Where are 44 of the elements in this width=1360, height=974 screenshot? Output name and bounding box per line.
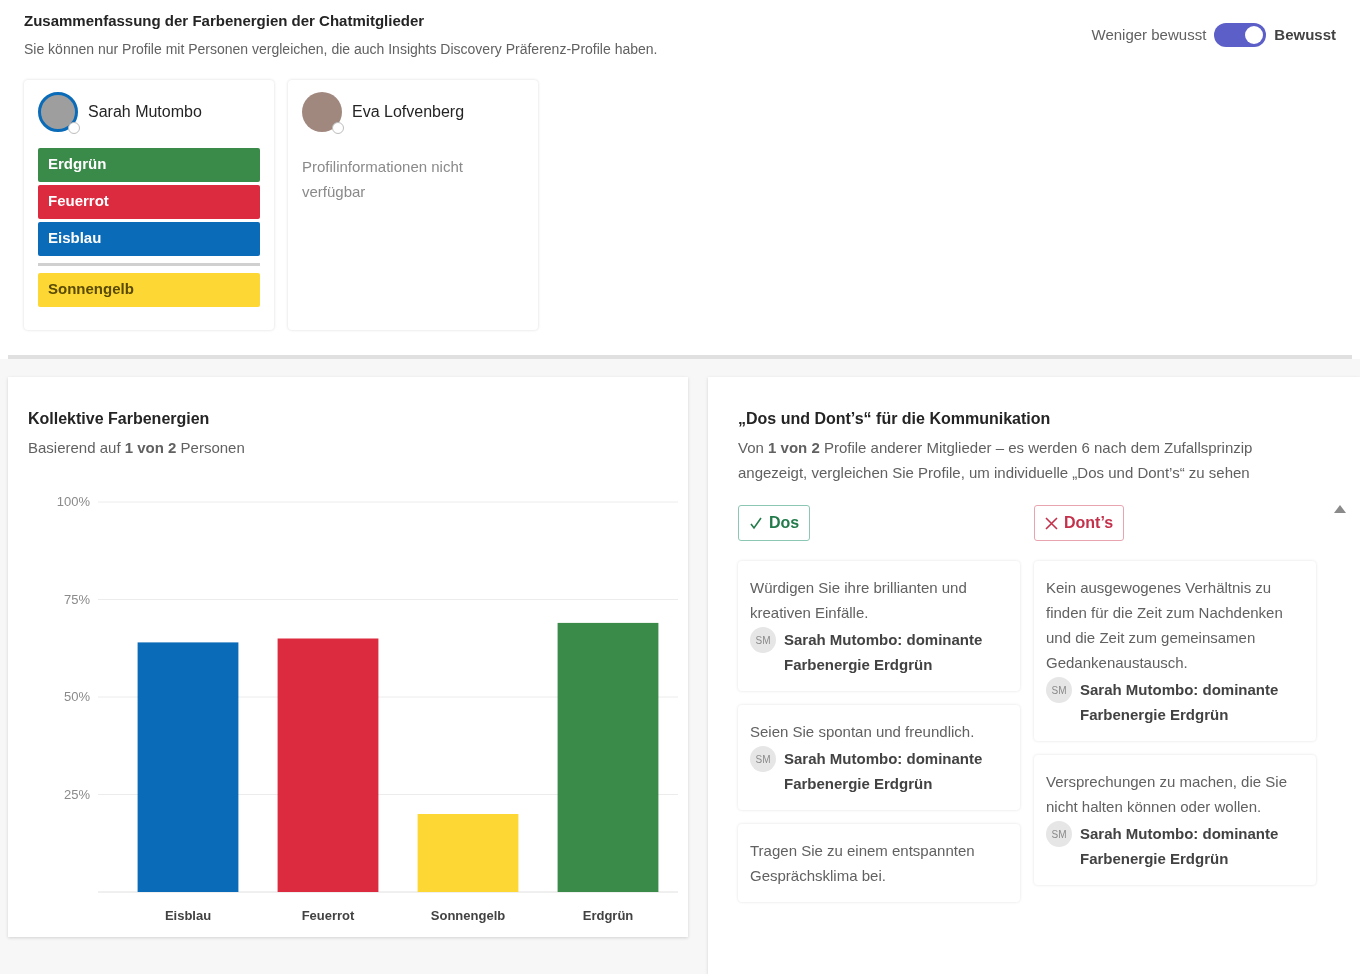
advice-text: Versprechungen zu machen, die Sie nicht halten können oder wollen. <box>1046 772 1288 817</box>
initials-avatar: SM <box>1046 821 1072 847</box>
check-icon <box>749 516 763 530</box>
profile-note: Profilinformationen nicht verfügbar <box>302 156 464 202</box>
axis-tick-label: 75% <box>63 591 90 606</box>
cross-icon <box>1045 516 1058 530</box>
axis-category-label: Feuerrot <box>301 907 355 923</box>
energy-bar: Sonnengelb <box>38 272 260 307</box>
advice-source: Sarah Mutombo: dominante Farbenergie Erdgrün <box>1080 824 1280 869</box>
page-title: Zusammenfassung der Farbenergien der Chatmitglieder <box>24 11 426 31</box>
toggle-label: Weniger bewusst <box>1091 24 1207 45</box>
page-subtitle: Sie können nur Profile mit Personen vergleichen, die auch Insights Discovery Präferenz-Profile haben. <box>24 39 658 59</box>
donts-label: Dont’s <box>1034 505 1125 541</box>
member-name: Sarah Mutombo <box>88 101 202 122</box>
energy-bar: Feuerrot <box>38 184 260 219</box>
toggle-switch[interactable] <box>1214 22 1267 47</box>
axis-category-label: Erdgrün <box>582 907 634 923</box>
advice-text: Seien Sie spontan und freundlich. <box>750 722 976 742</box>
section-subtitle: Von 1 von 2 Profile anderer Mitglieder – es werden 6 nach dem Zufallsprinzip angezeigt, vergleichen Sie Profile, um individuelle „Dos und Dont’s“ zu sehen <box>738 438 1254 483</box>
section-subtitle: Basierend auf 1 von 2 Personen <box>28 438 246 458</box>
section-title: Kollektive Farbenergien <box>28 409 211 429</box>
energy-bar: Erdgrün <box>38 147 260 182</box>
dos-label: Dos <box>738 505 811 541</box>
advice-text: Tragen Sie zu einem entspannten Gesprächsklima bei. <box>750 841 976 886</box>
axis-category-label: Eisblau <box>164 907 212 923</box>
axis-tick-label: 50% <box>63 688 90 704</box>
section-title: „Dos und Dont’s“ für die Kommunikation <box>738 409 1052 429</box>
initials-avatar: SM <box>750 627 776 653</box>
scroll-up-icon[interactable] <box>1334 505 1346 513</box>
avatar-icon <box>38 91 78 132</box>
advice-source: Sarah Mutombo: dominante Farbenergie Erdgrün <box>784 630 984 675</box>
axis-tick-label: 100% <box>56 493 90 509</box>
axis-category-label: Sonnengelb <box>430 907 506 923</box>
advice-source: Sarah Mutombo: dominante Farbenergie Erdgrün <box>784 749 984 794</box>
member-name: Eva Lofvenberg <box>352 101 465 122</box>
advice-text: Würdigen Sie ihre brillianten und kreativen Einfälle. <box>750 578 968 623</box>
energy-bar: Eisblau <box>38 221 260 256</box>
axis-tick-label: 25% <box>63 786 90 801</box>
avatar-icon <box>302 91 342 132</box>
advice-source: Sarah Mutombo: dominante Farbenergie Erdgrün <box>1080 680 1280 725</box>
advice-text: Kein ausgewogenes Verhältnis zu finden für die Zeit zum Nachdenken und die Zeit zum gemeinsamen Gedankenaustausch. <box>1046 578 1284 673</box>
toggle-label: Bewusst <box>1274 24 1336 45</box>
initials-avatar: SM <box>1046 677 1072 703</box>
initials-avatar: SM <box>750 746 776 772</box>
